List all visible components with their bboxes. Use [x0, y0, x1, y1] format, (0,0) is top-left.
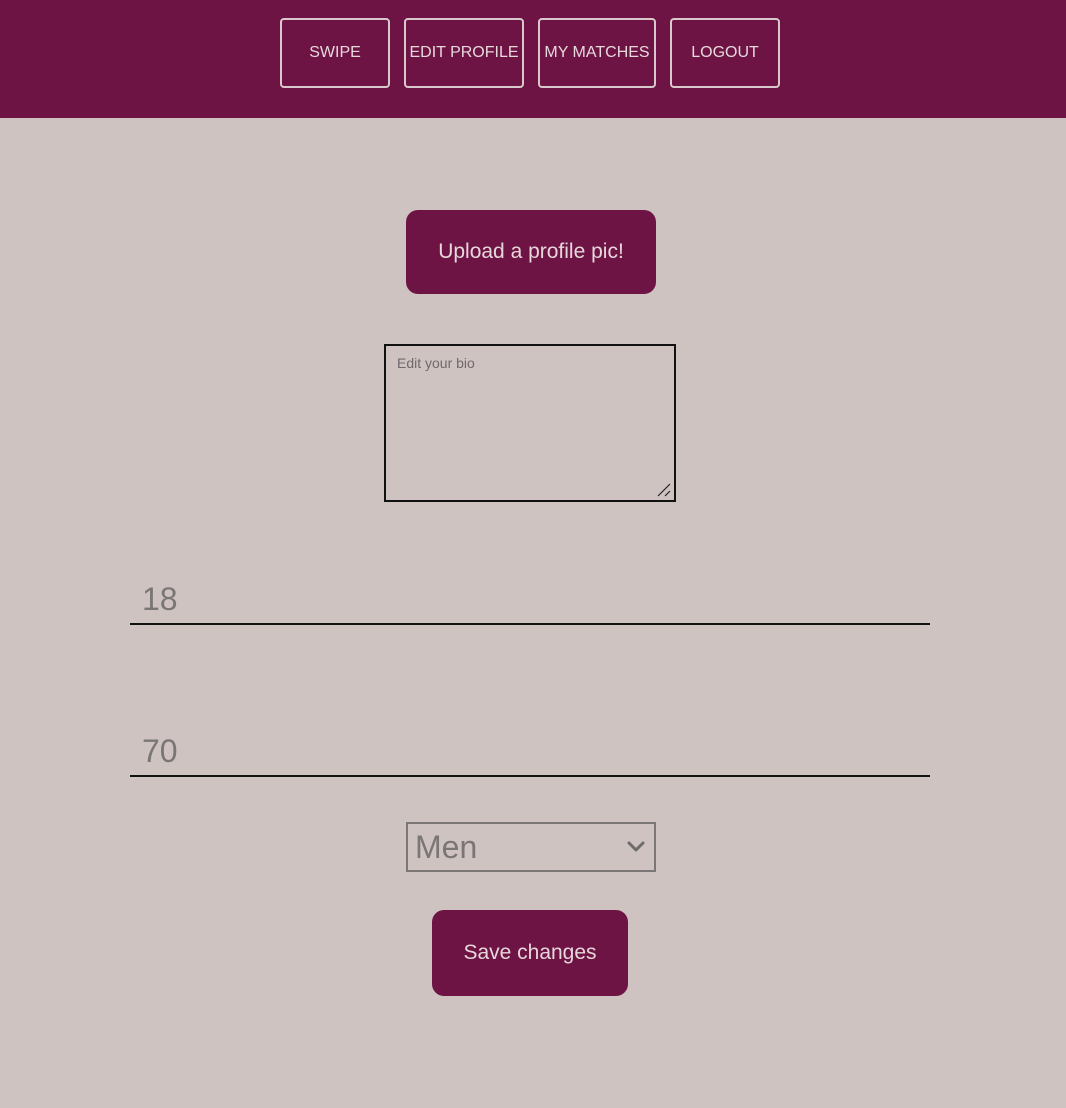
nav-my-matches-button[interactable]: MY MATCHES	[538, 18, 656, 88]
min-age-input[interactable]	[130, 575, 930, 625]
bio-textarea[interactable]	[384, 344, 676, 502]
chevron-down-icon	[627, 841, 645, 852]
resize-grip-icon[interactable]	[656, 482, 672, 498]
nav-swipe-button[interactable]: SWIPE	[280, 18, 390, 88]
save-changes-button[interactable]: Save changes	[432, 910, 628, 996]
top-nav-bar: SWIPE EDIT PROFILE MY MATCHES LOGOUT	[0, 0, 1066, 118]
gender-preference-value: Men	[415, 828, 478, 865]
nav-edit-profile-button[interactable]: EDIT PROFILE	[404, 18, 524, 88]
gender-preference-select[interactable]: Men	[406, 822, 656, 872]
upload-profile-pic-button[interactable]: Upload a profile pic!	[406, 210, 656, 294]
nav-logout-button[interactable]: LOGOUT	[670, 18, 780, 88]
max-age-input[interactable]	[130, 727, 930, 777]
